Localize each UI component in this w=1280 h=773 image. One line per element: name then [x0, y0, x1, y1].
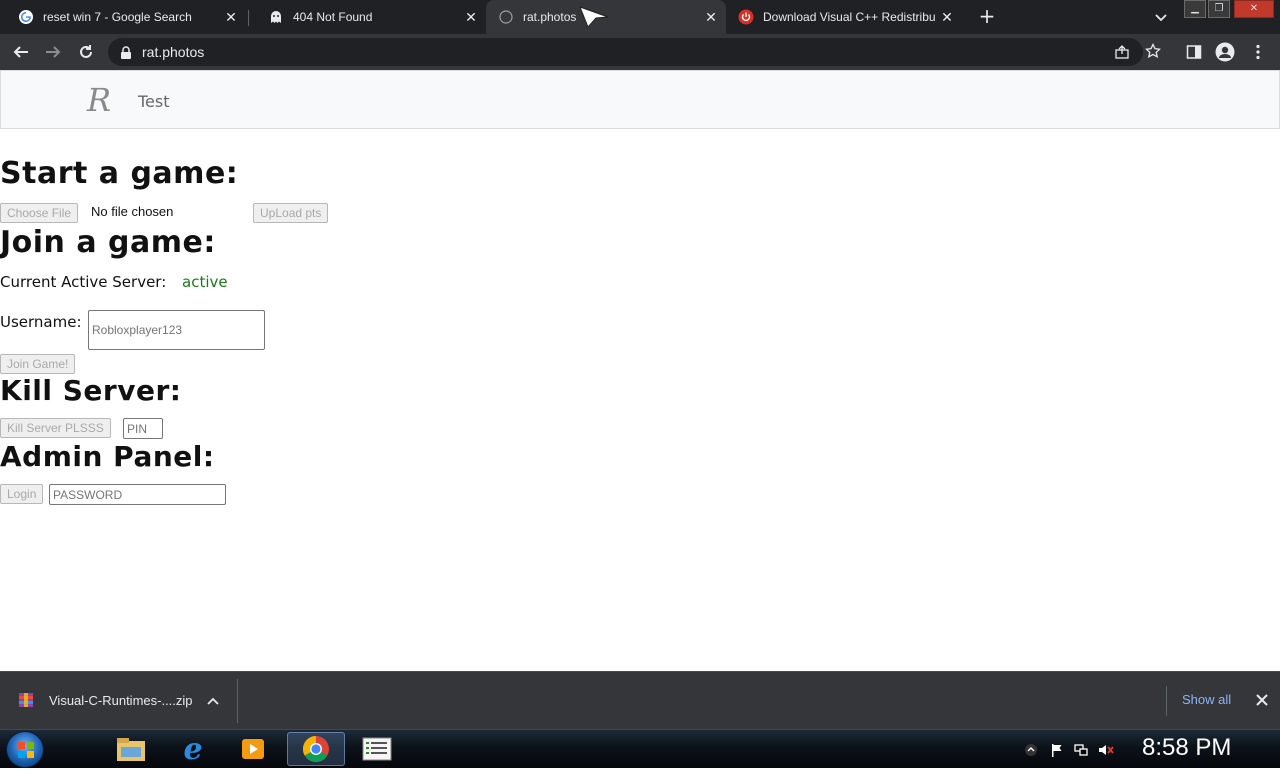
internet-explorer-icon: e — [183, 731, 203, 767]
site-logo[interactable]: R — [87, 81, 111, 119]
close-window-button[interactable]: ✕ — [1234, 0, 1274, 18]
admin-panel-heading: Admin Panel: — [0, 440, 215, 473]
tab-search-chevron-icon[interactable] — [1152, 8, 1170, 26]
globe-icon — [498, 9, 514, 25]
reload-icon[interactable] — [76, 42, 96, 62]
tab-google-search[interactable]: reset win 7 - Google Search ✕ — [0, 0, 246, 34]
side-panel-icon[interactable] — [1184, 42, 1204, 62]
tab-title: rat.photos — [523, 10, 577, 24]
close-tab-icon[interactable]: ✕ — [940, 10, 954, 24]
tab-visual-cpp[interactable]: Download Visual C++ Redistribu ✕ — [726, 0, 962, 34]
download-filename: Visual-C-Runtimes-....zip — [49, 692, 193, 708]
google-icon — [18, 9, 34, 25]
taskbar-notepad[interactable] — [348, 732, 406, 766]
start-button[interactable] — [6, 731, 44, 768]
kill-server-button[interactable]: Kill Server PLSSS — [0, 418, 111, 438]
back-arrow-icon[interactable] — [11, 42, 31, 62]
zip-archive-icon — [18, 692, 34, 708]
folder-icon — [117, 738, 145, 761]
password-input[interactable] — [49, 484, 226, 505]
tab-separator — [248, 10, 249, 26]
taskbar-chrome[interactable] — [287, 732, 345, 766]
tab-title: Download Visual C++ Redistribu — [763, 10, 936, 24]
server-status: active — [182, 273, 228, 291]
minimize-window-button[interactable]: ▁ — [1184, 0, 1206, 18]
show-all-downloads-link[interactable]: Show all — [1182, 692, 1231, 707]
tab-404[interactable]: 404 Not Found ✕ — [250, 0, 486, 34]
upload-button[interactable]: UpLoad pts — [253, 203, 329, 223]
url-text: rat.photos — [142, 44, 205, 60]
share-icon[interactable] — [1114, 44, 1130, 64]
volume-muted-icon[interactable] — [1098, 742, 1114, 756]
bookmark-star-icon[interactable] — [1144, 42, 1162, 63]
join-game-button[interactable]: Join Game! — [0, 354, 76, 374]
network-icon[interactable] — [1074, 742, 1088, 756]
taskbar-internet-explorer[interactable]: e — [164, 731, 222, 767]
tab-title: 404 Not Found — [293, 10, 373, 24]
windows-taskbar: e 8:58 PM — [0, 729, 1280, 768]
chevron-up-icon[interactable] — [206, 694, 220, 713]
media-player-icon — [242, 739, 264, 759]
tab-strip: reset win 7 - Google Search ✕ 404 Not Fo… — [0, 0, 1280, 34]
lock-icon[interactable] — [120, 45, 132, 64]
close-tab-icon[interactable]: ✕ — [224, 10, 238, 24]
new-tab-button[interactable]: + — [976, 5, 998, 27]
username-label: Username: — [0, 313, 82, 331]
windows-logo-icon — [18, 742, 34, 758]
power-icon — [738, 9, 754, 25]
pin-input[interactable] — [123, 418, 163, 439]
menu-kebab-icon[interactable] — [1248, 42, 1268, 62]
download-bar: Visual-C-Runtimes-....zip Show all — [0, 671, 1280, 729]
taskbar-media-player[interactable] — [224, 732, 282, 766]
download-separator — [237, 679, 238, 723]
tab-title: reset win 7 - Google Search — [43, 10, 192, 24]
server-label: Current Active Server: — [0, 273, 167, 291]
close-tab-icon[interactable]: ✕ — [464, 10, 478, 24]
kill-server-heading: Kill Server: — [0, 374, 182, 407]
action-center-flag-icon[interactable] — [1050, 742, 1064, 757]
start-game-heading: Start a game: — [0, 156, 239, 191]
login-button[interactable]: Login — [0, 484, 44, 504]
taskbar-clock[interactable]: 8:58 PM — [1142, 734, 1231, 762]
browser-toolbar: rat.photos — [0, 34, 1280, 70]
username-input[interactable] — [88, 310, 265, 350]
chrome-icon — [302, 735, 329, 763]
ghost-icon — [268, 9, 284, 25]
download-separator — [1166, 686, 1167, 716]
site-navbar: R Test — [0, 70, 1280, 129]
profile-avatar-icon[interactable] — [1215, 42, 1235, 62]
no-file-text: No file chosen — [91, 204, 174, 219]
tab-rat-photos[interactable]: rat.photos ✕ — [486, 0, 726, 34]
taskbar-file-explorer[interactable] — [102, 732, 160, 766]
close-download-bar-icon[interactable] — [1254, 692, 1270, 708]
forward-arrow-icon[interactable] — [43, 42, 63, 62]
join-game-heading: Join a game: — [0, 225, 216, 260]
choose-file-button[interactable]: Choose File — [0, 203, 79, 223]
page-content: R Test Start a game: Choose File No file… — [0, 70, 1280, 671]
close-tab-icon[interactable]: ✕ — [704, 10, 718, 24]
nav-link-test[interactable]: Test — [138, 92, 170, 111]
download-item[interactable]: Visual-C-Runtimes-....zip — [18, 692, 193, 708]
address-bar[interactable]: rat.photos — [108, 38, 1162, 66]
cursor-pointer-icon — [578, 3, 610, 32]
show-hidden-icons-icon[interactable] — [1024, 742, 1038, 756]
list-document-icon — [362, 737, 392, 761]
restore-window-button[interactable]: ❐ — [1208, 0, 1230, 18]
